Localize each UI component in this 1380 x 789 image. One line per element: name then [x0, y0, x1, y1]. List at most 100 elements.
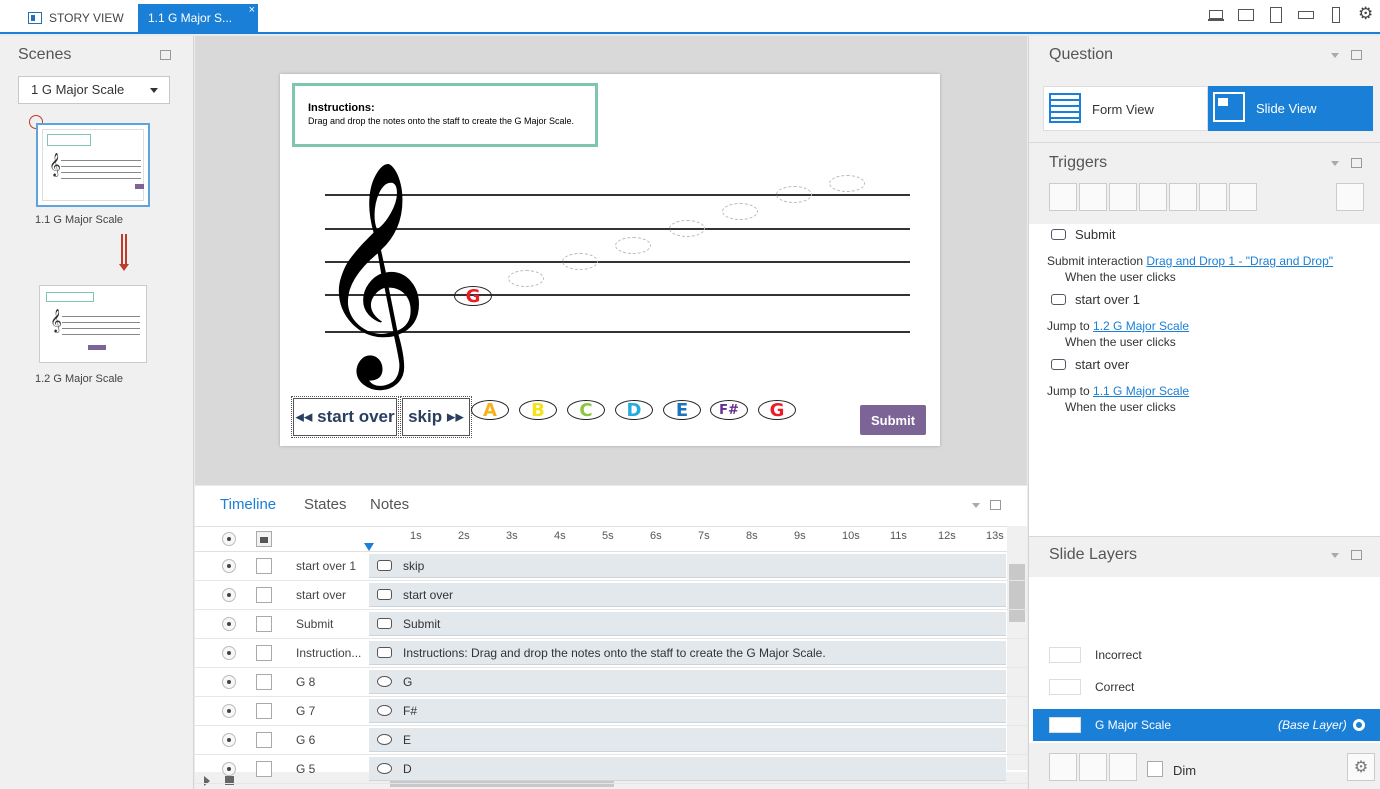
- lock-checkbox[interactable]: [256, 616, 272, 632]
- eye-icon[interactable]: [222, 704, 236, 718]
- note-drop-target[interactable]: [615, 237, 651, 254]
- timeline-bar[interactable]: Instructions: Drag and drop the notes on…: [369, 641, 1006, 665]
- eye-icon[interactable]: [222, 675, 236, 689]
- trigger-checkbox[interactable]: [1051, 229, 1066, 240]
- paste-trigger-icon[interactable]: [1139, 183, 1167, 211]
- timeline-bar[interactable]: Submit: [369, 612, 1006, 636]
- lock-all-icon[interactable]: [256, 531, 272, 547]
- restore-panel-icon[interactable]: [1351, 550, 1362, 560]
- placed-note-g[interactable]: G: [454, 286, 492, 307]
- note-g[interactable]: G: [758, 400, 796, 421]
- move-up-icon[interactable]: [1199, 183, 1227, 211]
- gear-icon[interactable]: ⚙: [1358, 4, 1374, 24]
- eye-icon[interactable]: [222, 762, 236, 776]
- collapse-icon[interactable]: [1331, 553, 1339, 558]
- note-drop-target[interactable]: [776, 186, 812, 203]
- move-down-icon[interactable]: [1229, 183, 1257, 211]
- timeline-row[interactable]: G 7 F#: [195, 697, 1027, 726]
- note-b[interactable]: B: [519, 400, 557, 421]
- layer-correct[interactable]: Correct: [1029, 673, 1380, 701]
- layer-settings-gear-icon[interactable]: ⚙: [1347, 753, 1375, 781]
- trigger-target-link[interactable]: 1.2 G Major Scale: [1093, 319, 1189, 333]
- note-drop-target[interactable]: [562, 253, 598, 270]
- restore-panel-icon[interactable]: [990, 500, 1001, 510]
- trigger-item[interactable]: Submit: [1051, 227, 1115, 243]
- trigger-item[interactable]: start over: [1051, 357, 1129, 373]
- tab-slide[interactable]: 1.1 G Major S... ×: [138, 4, 258, 32]
- duplicate-layer-icon[interactable]: [1079, 753, 1107, 781]
- trigger-checkbox[interactable]: [1051, 294, 1066, 305]
- phone-landscape-icon[interactable]: [1298, 7, 1314, 23]
- timeline-row[interactable]: Instruction... Instructions: Drag and dro…: [195, 639, 1027, 668]
- playhead-icon[interactable]: [364, 543, 374, 551]
- variables-icon[interactable]: [1336, 183, 1364, 211]
- dim-checkbox[interactable]: [1147, 761, 1163, 777]
- eye-icon[interactable]: [222, 646, 236, 660]
- lock-checkbox[interactable]: [256, 558, 272, 574]
- collapse-icon[interactable]: [972, 503, 980, 508]
- timeline-row[interactable]: Submit Submit: [195, 610, 1027, 639]
- eye-icon[interactable]: [1353, 719, 1365, 731]
- timeline-row[interactable]: start over start over: [195, 581, 1027, 610]
- tab-story-view[interactable]: STORY VIEW: [18, 4, 134, 32]
- note-drop-target[interactable]: [508, 270, 544, 287]
- timeline-bar[interactable]: F#: [369, 699, 1006, 723]
- timeline-bar[interactable]: E: [369, 728, 1006, 752]
- show-all-eye-icon[interactable]: [222, 532, 236, 546]
- instructions-box[interactable]: Instructions: Drag and drop the notes on…: [292, 83, 598, 147]
- trigger-checkbox[interactable]: [1051, 359, 1066, 370]
- tab-timeline[interactable]: Timeline: [220, 496, 276, 513]
- note-drop-target[interactable]: [669, 220, 705, 237]
- tablet-landscape-icon[interactable]: [1238, 7, 1254, 23]
- timeline-row[interactable]: G 8 G: [195, 668, 1027, 697]
- layer-base[interactable]: G Major Scale (Base Layer): [1033, 709, 1380, 741]
- delete-layer-icon[interactable]: [1109, 753, 1137, 781]
- tab-states[interactable]: States: [304, 496, 347, 513]
- trigger-target-link[interactable]: 1.1 G Major Scale: [1093, 384, 1189, 398]
- scene-select[interactable]: 1 G Major Scale: [18, 76, 170, 104]
- lock-checkbox[interactable]: [256, 761, 272, 777]
- restore-panel-icon[interactable]: [160, 50, 171, 60]
- eye-icon[interactable]: [222, 733, 236, 747]
- timeline-bar[interactable]: D: [369, 757, 1006, 781]
- tablet-portrait-icon[interactable]: [1268, 7, 1284, 23]
- timeline-row[interactable]: G 6 E: [195, 726, 1027, 755]
- start-over-button[interactable]: ◂◂ start over: [291, 396, 399, 438]
- note-a[interactable]: A: [471, 400, 509, 421]
- tab-notes[interactable]: Notes: [370, 496, 409, 513]
- eye-icon[interactable]: [222, 559, 236, 573]
- lock-checkbox[interactable]: [256, 703, 272, 719]
- slide-thumbnail-1[interactable]: 𝄞: [36, 123, 150, 207]
- form-view-button[interactable]: Form View: [1043, 86, 1208, 131]
- skip-button[interactable]: skip ▸▸: [400, 396, 472, 438]
- restore-panel-icon[interactable]: [1351, 158, 1362, 168]
- lock-checkbox[interactable]: [256, 732, 272, 748]
- layer-incorrect[interactable]: Incorrect: [1029, 641, 1380, 669]
- restore-panel-icon[interactable]: [1351, 50, 1362, 60]
- copy-trigger-icon[interactable]: [1109, 183, 1137, 211]
- timeline-bar[interactable]: start over: [369, 583, 1006, 607]
- slide-thumbnail-2[interactable]: 𝄞: [39, 285, 147, 363]
- timeline-row[interactable]: start over 1 skip: [195, 552, 1027, 581]
- eye-icon[interactable]: [222, 617, 236, 631]
- new-layer-icon[interactable]: [1049, 753, 1077, 781]
- lock-checkbox[interactable]: [256, 645, 272, 661]
- note-c[interactable]: C: [567, 400, 605, 421]
- collapse-icon[interactable]: [1331, 161, 1339, 166]
- note-e[interactable]: E: [663, 400, 701, 421]
- lock-checkbox[interactable]: [256, 587, 272, 603]
- note-drop-target[interactable]: [829, 175, 865, 192]
- close-icon[interactable]: ×: [249, 4, 255, 16]
- note-d[interactable]: D: [615, 400, 653, 421]
- desktop-preview-icon[interactable]: [1208, 7, 1224, 23]
- timeline-bar[interactable]: G: [369, 670, 1006, 694]
- timeline-bar[interactable]: skip: [369, 554, 1006, 578]
- slide-view-button[interactable]: Slide View: [1208, 86, 1373, 131]
- timeline-row[interactable]: G 5 D: [195, 755, 1027, 784]
- collapse-icon[interactable]: [1331, 53, 1339, 58]
- delete-trigger-icon[interactable]: [1169, 183, 1197, 211]
- note-f-sharp[interactable]: F#: [710, 400, 748, 420]
- submit-button[interactable]: Submit: [860, 405, 926, 435]
- phone-portrait-icon[interactable]: [1328, 7, 1344, 23]
- new-trigger-icon[interactable]: [1049, 183, 1077, 211]
